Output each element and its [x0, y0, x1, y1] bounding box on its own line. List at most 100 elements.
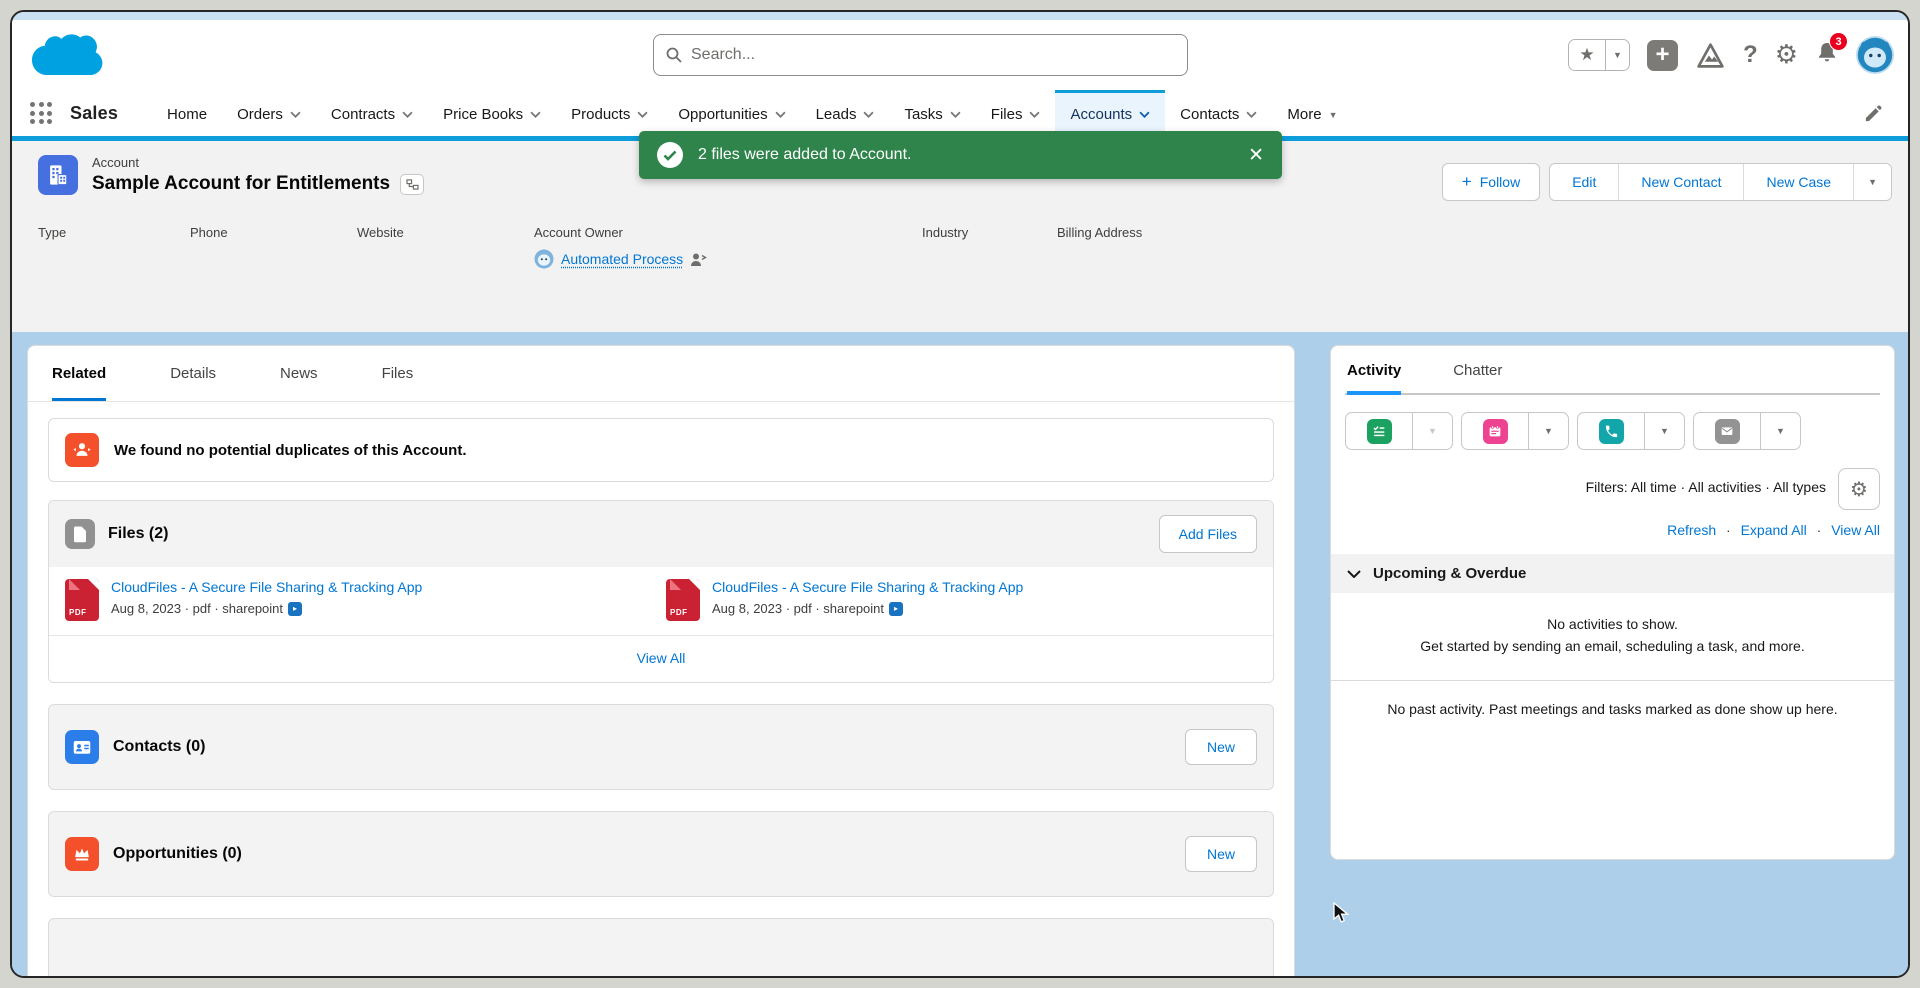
- tab-products[interactable]: Products: [556, 90, 663, 136]
- tab-news[interactable]: News: [280, 346, 318, 401]
- edit-nav-pencil-icon[interactable]: [1863, 104, 1882, 123]
- log-a-call-button[interactable]: [1578, 413, 1644, 449]
- file-link[interactable]: CloudFiles - A Secure File Sharing & Tra…: [712, 579, 1023, 595]
- tab-price-books-label: Price Books: [443, 106, 523, 123]
- files-related-list: Files (2) Add Files PDF CloudFiles - A S…: [48, 500, 1274, 683]
- files-header: Files (2) Add Files: [49, 501, 1273, 567]
- task-icon: [1367, 419, 1392, 444]
- edit-button[interactable]: Edit: [1550, 164, 1618, 200]
- file-icon: [65, 519, 95, 549]
- account-owner-value: Automated Process: [534, 249, 922, 269]
- window-top-strip: [12, 12, 1908, 20]
- mouse-cursor: [1333, 902, 1350, 924]
- event-icon: [1483, 419, 1508, 444]
- field-account-owner-label: Account Owner: [534, 225, 922, 240]
- favorites-button[interactable]: ★ ▼: [1568, 39, 1630, 71]
- chevron-down-icon: [1139, 111, 1150, 118]
- tab-price-books[interactable]: Price Books: [428, 90, 556, 136]
- email-button[interactable]: [1694, 413, 1760, 449]
- field-industry: Industry: [922, 225, 1057, 269]
- tab-contracts[interactable]: Contracts: [316, 90, 428, 136]
- tab-leads[interactable]: Leads: [801, 90, 890, 136]
- new-contact-related-button[interactable]: New: [1185, 729, 1257, 765]
- file-item[interactable]: PDF CloudFiles - A Secure File Sharing &…: [65, 579, 656, 621]
- tab-tasks[interactable]: Tasks: [889, 90, 975, 136]
- tab-home[interactable]: Home: [152, 90, 222, 136]
- tab-orders[interactable]: Orders: [222, 90, 316, 136]
- account-owner-link[interactable]: Automated Process: [561, 251, 683, 267]
- tab-activity[interactable]: Activity: [1347, 362, 1401, 395]
- add-files-button[interactable]: Add Files: [1159, 515, 1257, 553]
- tab-chatter[interactable]: Chatter: [1453, 362, 1502, 395]
- view-hierarchy-button[interactable]: [400, 174, 424, 195]
- empty-line-2: Get started by sending an email, schedul…: [1359, 635, 1866, 657]
- new-event-button[interactable]: [1462, 413, 1528, 449]
- new-case-button[interactable]: New Case: [1743, 164, 1853, 200]
- view-all-link[interactable]: View All: [637, 650, 686, 666]
- file-link[interactable]: CloudFiles - A Secure File Sharing & Tra…: [111, 579, 422, 595]
- entity-label: Account: [92, 155, 424, 170]
- tab-home-label: Home: [167, 106, 207, 123]
- tab-opportunities[interactable]: Opportunities: [663, 90, 800, 136]
- trailhead-icon[interactable]: [1695, 41, 1726, 70]
- success-toast: 2 files were added to Account. ✕: [639, 131, 1282, 179]
- event-dropdown-icon[interactable]: ▼: [1528, 413, 1568, 449]
- more-actions-dropdown[interactable]: ▼: [1853, 164, 1891, 200]
- page-action-buttons: + Follow Edit New Contact New Case ▼: [1442, 163, 1892, 201]
- chevron-down-icon: [950, 111, 961, 118]
- duplicates-card: We found no potential duplicates of this…: [48, 418, 1274, 482]
- chevron-down-icon: [637, 111, 648, 118]
- section-title: Upcoming & Overdue: [1373, 565, 1526, 582]
- search-input[interactable]: [691, 46, 1175, 64]
- file-item[interactable]: PDF CloudFiles - A Secure File Sharing &…: [666, 579, 1257, 621]
- call-dropdown-icon[interactable]: ▼: [1644, 413, 1684, 449]
- new-opportunity-button[interactable]: New: [1185, 836, 1257, 872]
- view-all-activity-link[interactable]: View All: [1831, 522, 1880, 538]
- field-website: Website: [357, 225, 534, 269]
- upcoming-overdue-section[interactable]: Upcoming & Overdue: [1331, 554, 1894, 593]
- field-billing-address-label: Billing Address: [1057, 225, 1142, 240]
- no-activities-message: No activities to show. Get started by se…: [1345, 593, 1880, 664]
- tab-files[interactable]: Files: [382, 346, 414, 401]
- log-call-group: ▼: [1577, 412, 1685, 450]
- tab-details[interactable]: Details: [170, 346, 216, 401]
- new-task-button[interactable]: [1346, 413, 1412, 449]
- global-actions-plus-icon[interactable]: +: [1647, 40, 1678, 71]
- filters-settings-button[interactable]: ⚙: [1838, 468, 1880, 510]
- tab-related[interactable]: Related: [52, 346, 106, 401]
- link-separator: ·: [1817, 522, 1822, 538]
- activity-tabs: Activity Chatter: [1345, 346, 1880, 395]
- refresh-link[interactable]: Refresh: [1667, 522, 1716, 538]
- change-owner-icon[interactable]: [690, 252, 707, 267]
- tab-leads-label: Leads: [816, 106, 857, 123]
- related-lists: We found no potential duplicates of this…: [28, 402, 1294, 976]
- star-icon[interactable]: ★: [1569, 40, 1605, 70]
- task-dropdown-icon[interactable]: ▼: [1412, 413, 1452, 449]
- setup-gear-icon[interactable]: ⚙: [1775, 42, 1798, 68]
- user-avatar[interactable]: [1856, 36, 1894, 74]
- tab-contacts[interactable]: Contacts: [1165, 90, 1272, 136]
- files-list: PDF CloudFiles - A Secure File Sharing &…: [49, 567, 1273, 635]
- tab-accounts[interactable]: Accounts: [1055, 90, 1165, 136]
- notifications-bell[interactable]: 3: [1815, 40, 1839, 70]
- favorites-dropdown-icon[interactable]: ▼: [1605, 40, 1629, 70]
- tab-files[interactable]: Files: [976, 90, 1056, 136]
- chevron-down-icon: [775, 111, 786, 118]
- expand-all-link[interactable]: Expand All: [1741, 522, 1807, 538]
- activity-links-row: Refresh · Expand All · View All: [1345, 522, 1880, 538]
- highlights-fields-row: Type Phone Website Account Owner Automat…: [38, 225, 1908, 269]
- filters-summary: Filters: All time · All activities · All…: [1586, 479, 1826, 495]
- toast-close-icon[interactable]: ✕: [1248, 144, 1264, 166]
- follow-button[interactable]: + Follow: [1442, 163, 1540, 201]
- tab-more[interactable]: More▼: [1272, 90, 1352, 136]
- email-dropdown-icon[interactable]: ▼: [1760, 413, 1800, 449]
- opportunities-related-list: Opportunities (0) New: [48, 811, 1274, 897]
- new-contact-button[interactable]: New Contact: [1618, 164, 1743, 200]
- help-icon[interactable]: ?: [1743, 41, 1758, 69]
- app-name[interactable]: Sales: [70, 103, 118, 124]
- chevron-down-icon: [530, 111, 541, 118]
- tab-files-label: Files: [991, 106, 1023, 123]
- app-launcher-icon[interactable]: [30, 102, 52, 124]
- pdf-label: PDF: [69, 608, 87, 617]
- tab-opportunities-label: Opportunities: [678, 106, 767, 123]
